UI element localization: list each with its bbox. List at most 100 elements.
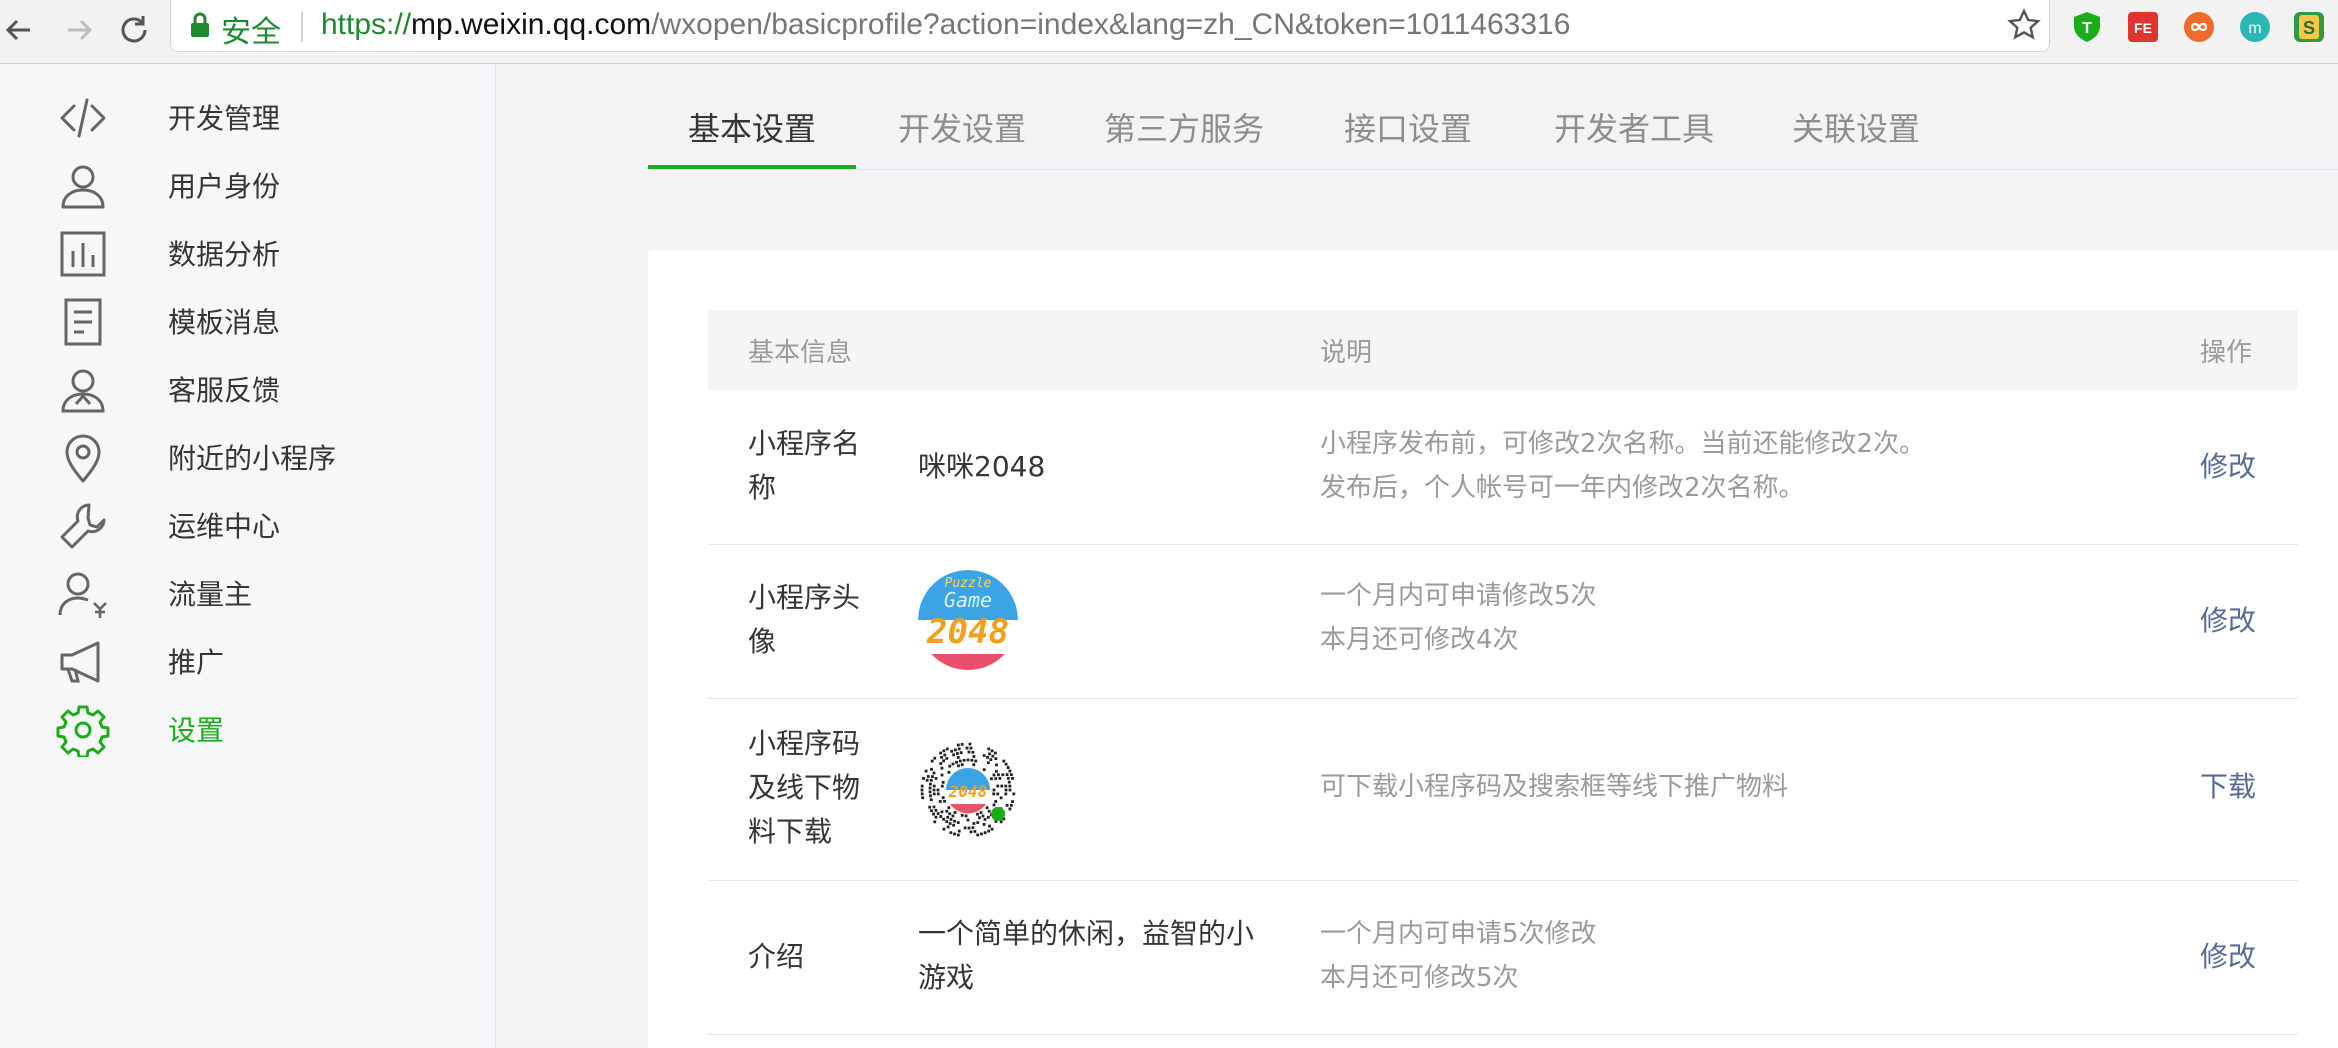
qr-dot <box>941 796 945 800</box>
qr-dot <box>1011 800 1014 803</box>
qr-dot <box>949 831 953 835</box>
qr-dot <box>1011 777 1014 780</box>
qr-dot <box>934 808 938 812</box>
qr-dot <box>951 762 955 766</box>
avatar-text-mid: Game <box>944 588 992 612</box>
url-scheme: https:// <box>321 8 412 41</box>
qr-dot <box>996 773 1000 777</box>
tab-third-party-services[interactable]: 第三方服务 <box>1104 104 1264 150</box>
qr-dot <box>957 764 960 768</box>
s-ext-icon[interactable]: S <box>2292 10 2326 44</box>
row-label: 小程序名称 <box>748 427 861 504</box>
qr-dot <box>920 784 924 788</box>
qr-dot <box>929 782 932 786</box>
qr-dot <box>932 812 935 816</box>
table-row: 介绍 一个简单的休闲，益智的小游戏 一个月内可申请5次修改 本月还可修改5次 修… <box>708 880 2298 1035</box>
qr-dot <box>929 778 933 782</box>
row-label: 小程序头像 <box>748 581 861 658</box>
qr-dot <box>976 833 980 837</box>
svg-text:T: T <box>2082 20 2092 37</box>
qr-dot <box>986 761 990 765</box>
qr-dot <box>953 832 956 836</box>
qr-dot <box>942 827 946 831</box>
description-line: 一个月内可申请修改5次 <box>1320 581 1597 611</box>
m-ext-icon[interactable]: m <box>2238 10 2272 44</box>
qr-dot <box>1012 792 1016 796</box>
bookmark-star-icon[interactable] <box>2007 8 2041 42</box>
tab-basic-settings[interactable]: 基本设置 <box>688 104 816 150</box>
qr-dot <box>945 820 949 823</box>
qr-dot <box>924 769 928 773</box>
edit-name-link[interactable]: 修改 <box>2200 445 2256 485</box>
qr-dot <box>956 821 960 824</box>
miniprogram-name: 咪咪2048 <box>918 450 1046 483</box>
qr-dot <box>945 757 949 760</box>
row-description: 一个月内可申请5次修改 本月还可修改5次 <box>1320 912 1597 1000</box>
shield-ext-icon[interactable]: T <box>2070 10 2104 44</box>
qr-dot <box>988 752 991 756</box>
sidebar-item-label: 客服反馈 <box>168 374 281 407</box>
qr-center-text: 2048 <box>948 782 988 801</box>
qr-dot <box>971 826 975 830</box>
qr-dot <box>1006 766 1010 769</box>
sidebar-item-label: 数据分析 <box>168 238 281 271</box>
qr-dot <box>991 754 995 758</box>
edit-avatar-link[interactable]: 修改 <box>2200 599 2256 639</box>
qr-dot <box>976 812 979 816</box>
qr-dot <box>942 817 946 821</box>
miniprogram-intro: 一个简单的休闲，益智的小游戏 <box>918 917 1255 994</box>
qr-dot <box>1009 803 1013 807</box>
infinity-ext-icon[interactable] <box>2182 10 2216 44</box>
qr-dot <box>941 780 945 784</box>
qr-dot <box>1008 784 1012 788</box>
url-path: /wxopen/basicprofile?action=index&lang=z… <box>651 8 1571 41</box>
qr-dot <box>921 796 925 800</box>
reload-button[interactable] <box>114 10 154 50</box>
download-code-link[interactable]: 下载 <box>2200 765 2256 805</box>
avatar-text-number: 2048 <box>926 612 1009 652</box>
tab-association-settings[interactable]: 关联设置 <box>1792 104 1920 150</box>
url-text[interactable]: https://mp.weixin.qq.com/wxopen/basicpro… <box>321 8 1570 42</box>
secure-label: 安全 <box>221 16 281 49</box>
qr-dot <box>956 743 960 747</box>
qr-dot <box>948 764 952 768</box>
qr-dot <box>994 757 998 761</box>
qr-dot <box>932 788 936 792</box>
lock-icon <box>191 12 209 37</box>
qr-dot <box>957 747 961 751</box>
address-bar[interactable]: 安全 https://mp.weixin.qq.com/wxopen/basic… <box>170 0 2050 52</box>
sidebar: 开发管理 用户身份 数据分析 模板消息 客服反馈 附近的小程序 运维中心 流量主… <box>0 64 496 1048</box>
fe-ext-icon[interactable]: FE <box>2126 10 2160 44</box>
qr-dot <box>1008 769 1012 773</box>
tab-api-settings[interactable]: 接口设置 <box>1344 104 1472 150</box>
document-icon <box>56 295 110 349</box>
description-line: 可下载小程序码及搜索框等线下推广物料 <box>1320 772 1789 802</box>
qr-dot <box>932 805 936 809</box>
sidebar-item-label: 运维中心 <box>168 510 281 543</box>
table-row: 小程序名称 咪咪2048 小程序发布前，可修改2次名称。当前还能修改2次。 发布… <box>708 390 2298 545</box>
qr-dot <box>996 784 1000 788</box>
qr-dot <box>992 803 996 807</box>
qr-dot <box>930 767 933 771</box>
qr-dot <box>995 763 998 767</box>
tab-developer-tools[interactable]: 开发者工具 <box>1554 104 1714 150</box>
qr-dot <box>933 756 937 760</box>
qr-dot <box>964 814 968 818</box>
edit-intro-link[interactable]: 修改 <box>2200 935 2256 975</box>
qr-dot <box>1004 762 1008 766</box>
miniprogram-code-image: 2048 <box>918 740 1018 840</box>
description-line: 小程序发布前，可修改2次名称。当前还能修改2次。 <box>1320 429 1926 459</box>
chart-icon <box>56 227 110 281</box>
browser-toolbar: 安全 https://mp.weixin.qq.com/wxopen/basic… <box>0 0 2338 64</box>
back-button[interactable] <box>0 10 40 50</box>
tab-dev-settings[interactable]: 开发设置 <box>898 104 1026 150</box>
forward-button[interactable] <box>58 10 98 50</box>
qr-dot <box>979 811 983 814</box>
header-description: 说明 <box>1320 338 1373 368</box>
qr-dot <box>957 829 961 833</box>
row-description: 可下载小程序码及搜索框等线下推广物料 <box>1320 765 1788 809</box>
qr-dot <box>926 775 930 778</box>
table-header: 基本信息 说明 操作 <box>708 310 2298 390</box>
qr-dot <box>960 763 964 767</box>
sidebar-item-settings[interactable]: 设置 <box>0 689 495 769</box>
